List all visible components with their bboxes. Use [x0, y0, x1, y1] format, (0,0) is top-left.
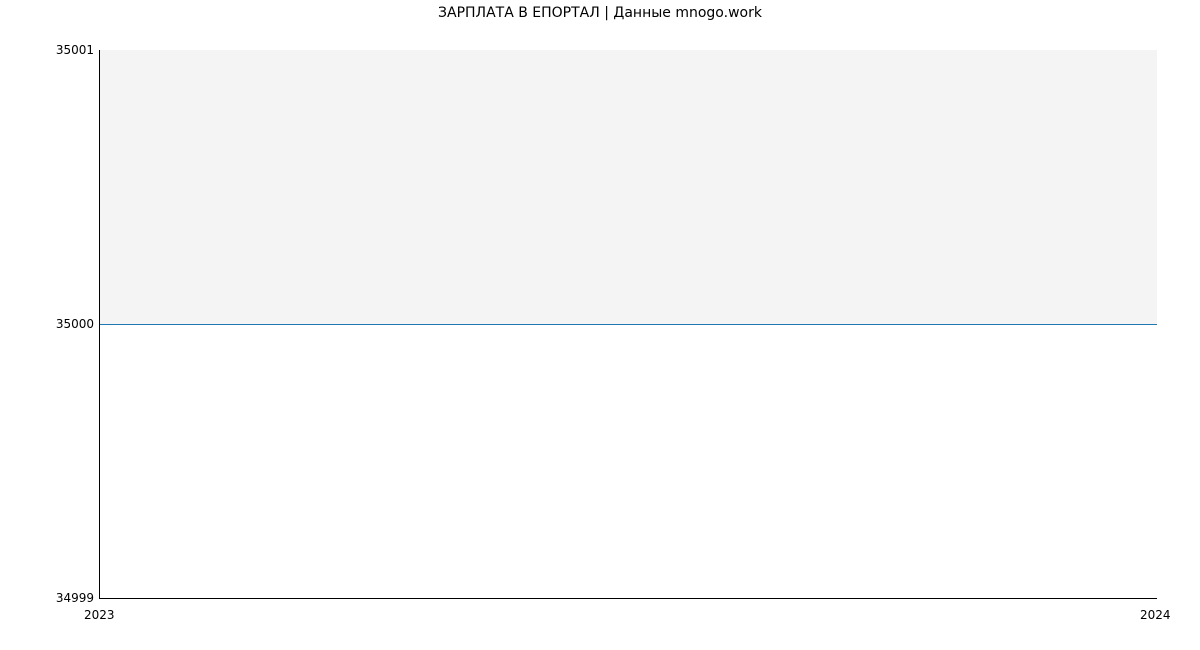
- y-tick-top: 35001: [54, 44, 94, 56]
- plot-fill-upper: [100, 50, 1157, 324]
- y-tick-mid: 35000: [54, 318, 94, 330]
- x-tick-right: 2024: [1140, 609, 1171, 621]
- chart-title: ЗАРПЛАТА В ЕПОРТАЛ | Данные mnogo.work: [0, 5, 1200, 21]
- plot-area: [99, 50, 1157, 599]
- y-tick-bot: 34999: [54, 592, 94, 604]
- line-series: [100, 324, 1157, 325]
- chart-container: ЗАРПЛАТА В ЕПОРТАЛ | Данные mnogo.work 3…: [0, 0, 1200, 650]
- x-tick-left: 2023: [84, 609, 115, 621]
